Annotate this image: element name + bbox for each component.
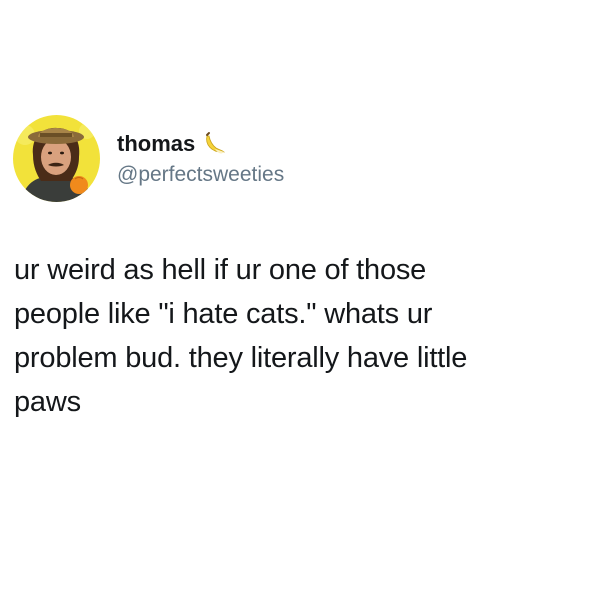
tweet-header: thomas @perfectsweeties [13, 115, 284, 202]
handle[interactable]: @perfectsweeties [117, 161, 284, 189]
avatar-illustration [13, 115, 100, 202]
banana-icon [202, 131, 228, 157]
author-info: thomas @perfectsweeties [117, 129, 284, 189]
tweet-card: thomas @perfectsweeties ur weird as hell… [0, 0, 600, 600]
tweet-text: ur weird as hell if ur one of those peop… [14, 254, 468, 418]
avatar[interactable] [13, 115, 100, 202]
name-row: thomas [117, 129, 284, 159]
display-name[interactable]: thomas [117, 129, 195, 159]
